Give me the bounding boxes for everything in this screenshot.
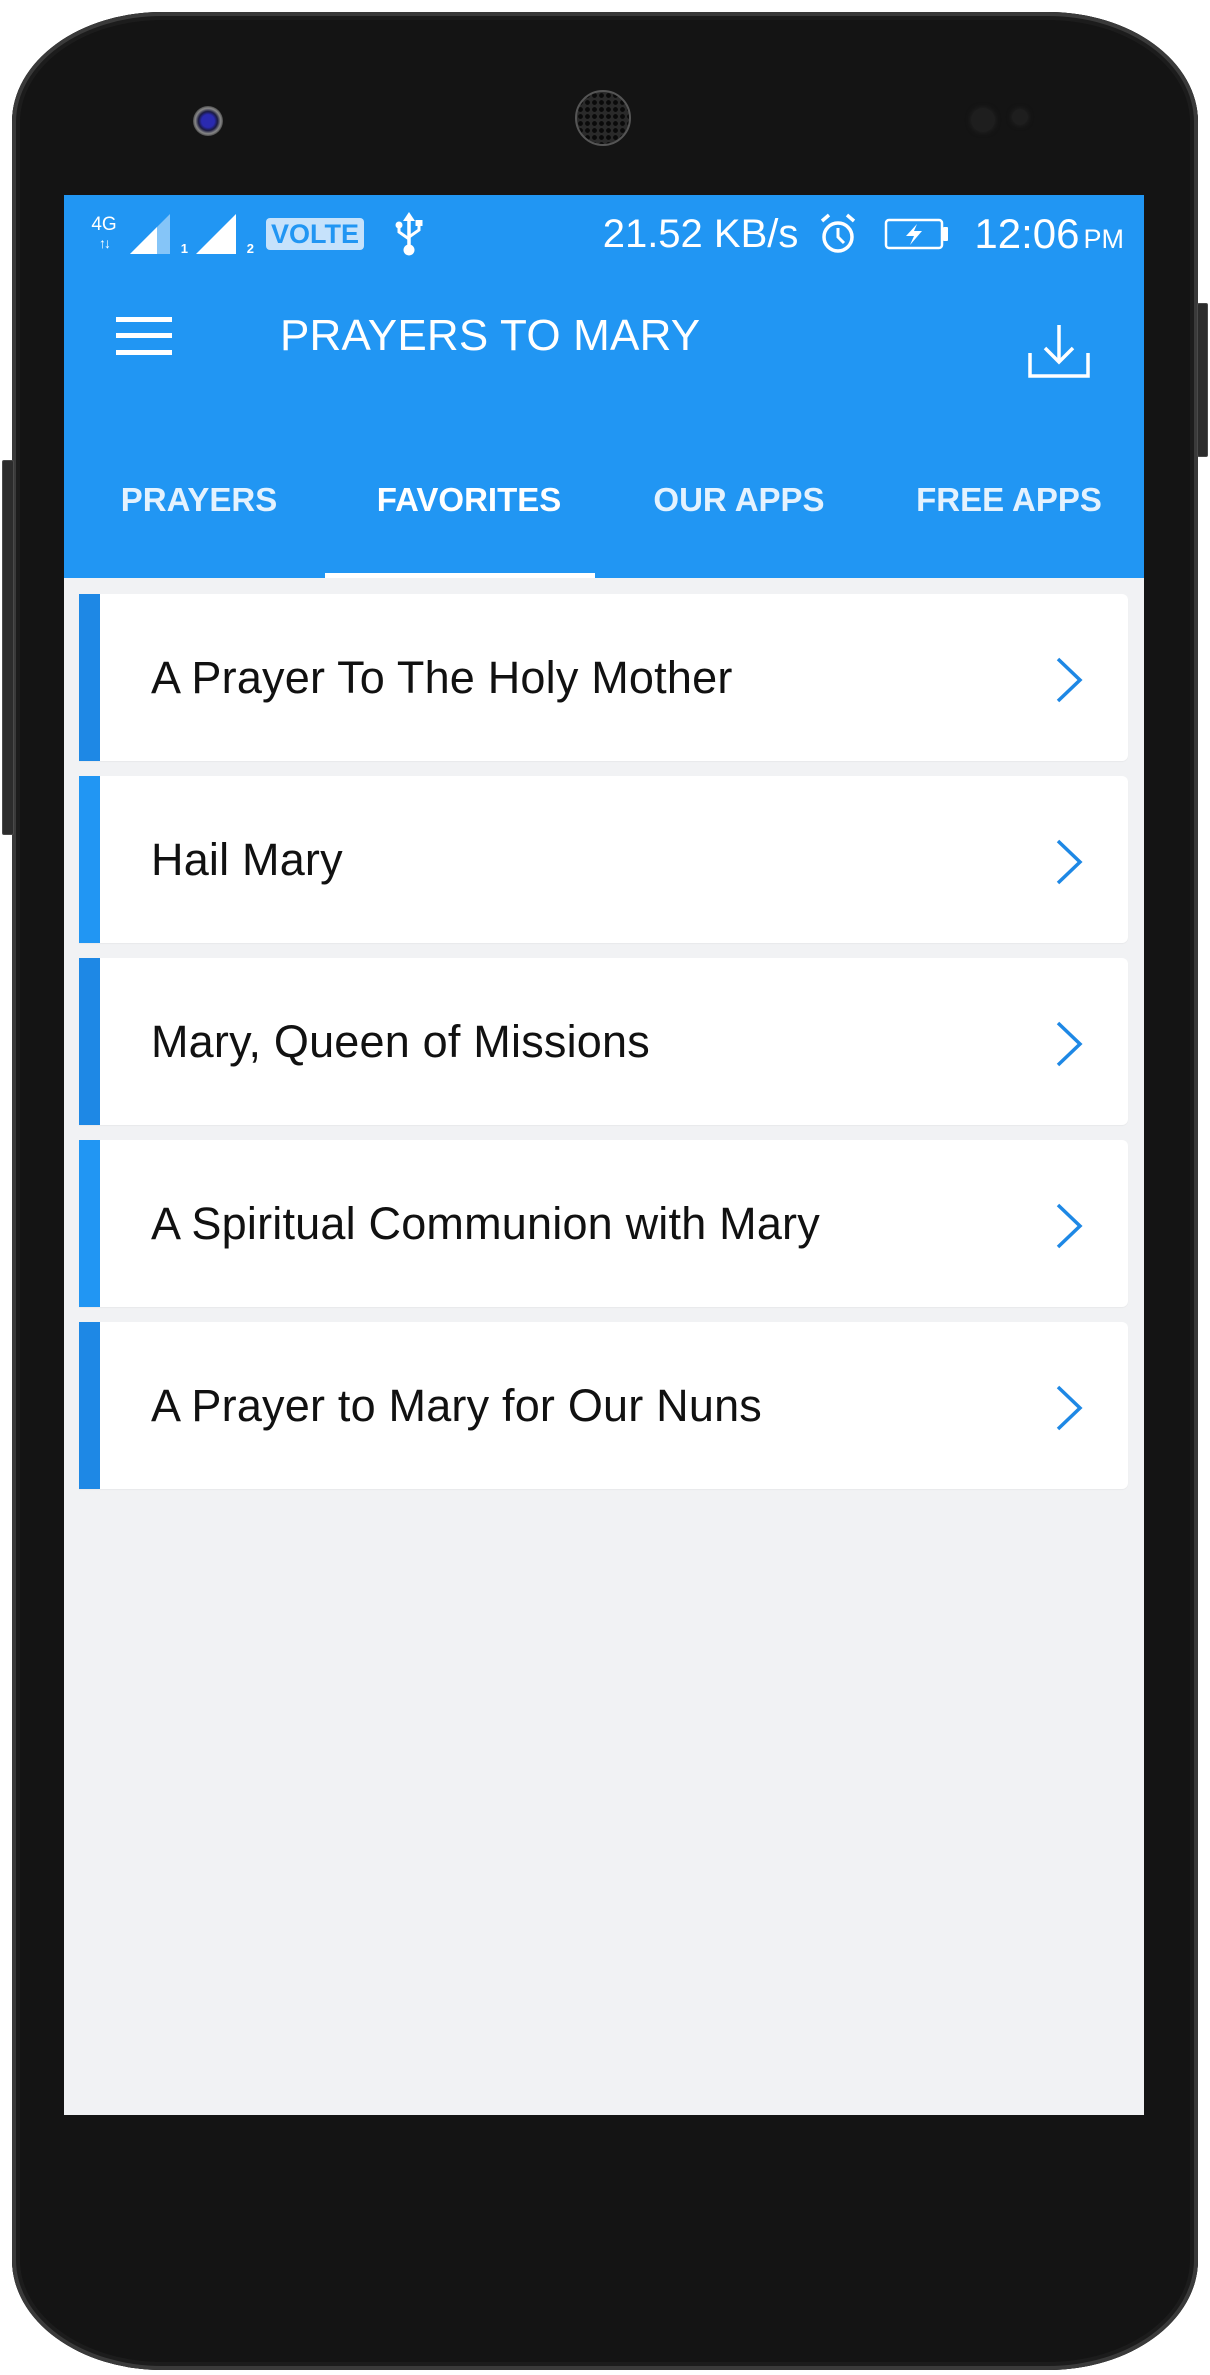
earpiece-speaker	[575, 90, 631, 146]
menu-button[interactable]	[104, 307, 184, 367]
tab-bar: PRAYERS FAVORITES OUR APPS FREE APPS	[64, 453, 1144, 578]
alarm-icon	[821, 213, 856, 253]
chevron-right-icon	[1056, 839, 1083, 885]
network-type: 4G	[91, 214, 117, 235]
tab-label: OUR APPS	[653, 481, 825, 518]
clock-time: 12:06	[974, 210, 1080, 257]
chevron-right-icon	[1056, 1385, 1083, 1431]
toolbar: PRAYERS TO MARY	[64, 271, 1144, 391]
clock-ampm: PM	[1083, 224, 1125, 254]
battery-charging-icon	[885, 218, 949, 250]
network-speed: 21.52 KB/s	[602, 211, 799, 256]
list-item[interactable]: A Spiritual Communion with Mary	[79, 1140, 1128, 1307]
tab-label: PRAYERS	[120, 481, 278, 518]
signal-sim2-icon: 2	[196, 214, 254, 256]
accent-bar	[79, 776, 100, 943]
tab-prayers[interactable]: PRAYERS	[64, 453, 334, 578]
list-item-title: Mary, Queen of Missions	[151, 1016, 650, 1067]
list-item-title: A Prayer to Mary for Our Nuns	[151, 1380, 762, 1431]
sim1-label: 1	[180, 241, 188, 256]
chevron-right-icon	[1056, 1203, 1083, 1249]
signal-sim1-icon: 1	[130, 214, 188, 256]
chevron-right-icon	[1056, 657, 1083, 703]
list-item[interactable]: Hail Mary	[79, 776, 1128, 943]
accent-bar	[79, 1322, 100, 1489]
volume-button	[2, 460, 14, 835]
list-item[interactable]: A Prayer To The Holy Mother	[79, 594, 1128, 761]
tab-label: FREE APPS	[916, 481, 1102, 518]
clock: 12:06 PM	[974, 210, 1124, 258]
tab-favorites[interactable]: FAVORITES	[325, 453, 604, 578]
sim2-label: 2	[246, 241, 254, 256]
data-arrows-icon: 4G ↑↓	[91, 214, 117, 251]
light-sensor	[1012, 109, 1028, 125]
list-item-title: A Prayer To The Holy Mother	[151, 652, 733, 703]
download-icon	[1028, 325, 1090, 378]
list-item[interactable]: Mary, Queen of Missions	[79, 958, 1128, 1125]
front-camera	[193, 106, 223, 136]
power-button	[1197, 303, 1208, 457]
list-item[interactable]: A Prayer to Mary for Our Nuns	[79, 1322, 1128, 1489]
volte-badge: VOLTE	[266, 218, 365, 250]
tab-our-apps[interactable]: OUR APPS	[604, 453, 874, 578]
tab-indicator	[325, 573, 595, 578]
app-title: PRAYERS TO MARY	[280, 311, 701, 360]
phone-screen: 4G ↑↓ 1 2 VOLTE 21.52 KB/s 12:06 PM PRAY…	[64, 195, 1144, 2115]
tab-label: FAVORITES	[376, 481, 562, 518]
proximity-sensor	[971, 108, 995, 132]
status-bar: 4G ↑↓ 1 2 VOLTE 21.52 KB/s 12:06 PM	[64, 195, 1144, 271]
list-item-title: A Spiritual Communion with Mary	[151, 1198, 820, 1249]
download-button[interactable]	[1014, 311, 1104, 391]
app-bar: 4G ↑↓ 1 2 VOLTE 21.52 KB/s 12:06 PM PRAY…	[64, 195, 1144, 578]
usb-icon	[395, 212, 423, 256]
favorites-list: A Prayer To The Holy Mother Hail Mary Ma…	[79, 594, 1129, 1504]
accent-bar	[79, 594, 100, 761]
hamburger-menu-icon	[116, 317, 172, 355]
accent-bar	[79, 1140, 100, 1307]
accent-bar	[79, 958, 100, 1125]
list-item-title: Hail Mary	[151, 834, 343, 885]
chevron-right-icon	[1056, 1021, 1083, 1067]
tab-free-apps[interactable]: FREE APPS	[874, 453, 1144, 578]
